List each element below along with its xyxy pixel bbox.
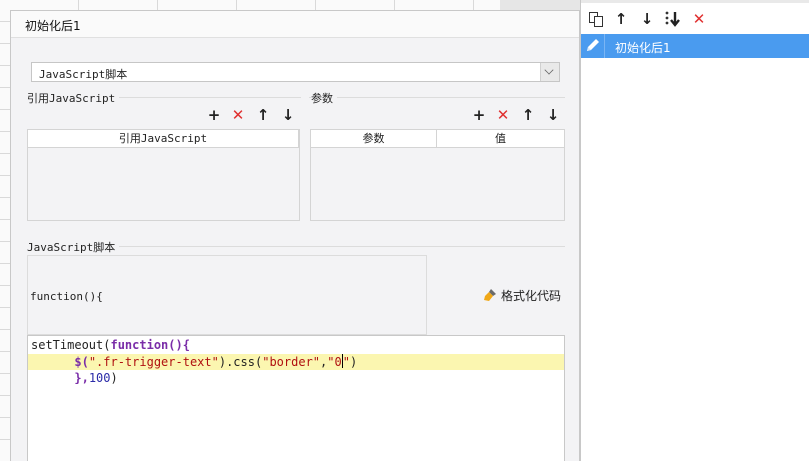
script-type-select[interactable]: JavaScript脚本 [31,62,560,82]
ref-js-label: 引用JavaScript [27,90,120,106]
column-header-param[interactable]: 参数 [311,130,437,148]
ref-js-table: 引用JavaScript [27,129,300,221]
chevron-down-icon[interactable] [540,63,559,81]
move-bottom-icon[interactable] [664,10,682,28]
event-item-label: 初始化后1 [615,41,671,55]
format-code-button[interactable]: 格式化代码 [483,287,561,305]
table-header: 参数 值 [311,130,564,148]
move-up-icon[interactable]: ↑ [520,107,536,123]
brush-icon [484,289,496,301]
code-line: setTimeout(function(){ [31,338,190,352]
script-type-value: JavaScript脚本 [39,68,128,81]
delete-icon[interactable]: ✕ [690,10,708,28]
column-header-ref-js[interactable]: 引用JavaScript [28,130,299,148]
move-up-icon[interactable]: ↑ [612,10,630,28]
code-line: },100) [74,371,118,385]
move-down-icon[interactable]: ↓ [545,107,561,123]
panel-top-edge [581,0,809,3]
params-table: 参数 值 [310,129,565,221]
dialog-title-bar: 初始化后1 [11,11,579,38]
code-line-current: $(".fr-trigger-text").css("border","0") [28,354,564,370]
column-header-value[interactable]: 值 [437,130,564,148]
function-header-box: function(){ [27,255,427,335]
delete-icon[interactable]: ✕ [495,107,511,123]
format-code-label: 格式化代码 [501,289,562,303]
event-list-item-selected[interactable]: 初始化后1 [581,34,809,58]
divider [309,97,565,98]
event-editor-dialog: 初始化后1 JavaScript脚本 引用JavaScript + ✕ ↑ ↓ … [10,10,580,461]
move-up-icon[interactable]: ↑ [255,107,271,123]
copy-icon[interactable] [587,10,605,28]
table-header: 引用JavaScript [28,130,299,148]
edit-pencil-icon[interactable] [581,34,605,58]
add-icon[interactable]: + [471,107,487,123]
add-icon[interactable]: + [206,107,222,123]
params-label: 参数 [311,90,337,106]
move-down-icon[interactable]: ↓ [638,10,656,28]
code-editor[interactable]: setTimeout(function(){ $(".fr-trigger-te… [27,335,565,461]
move-down-icon[interactable]: ↓ [280,107,296,123]
js-script-label: JavaScript脚本 [27,239,120,255]
function-header-text: function(){ [30,290,103,303]
dialog-title: 初始化后1 [25,19,81,33]
delete-icon[interactable]: ✕ [230,107,246,123]
event-list-panel: ↑ ↓ ✕ 初始化后1 [580,0,809,461]
